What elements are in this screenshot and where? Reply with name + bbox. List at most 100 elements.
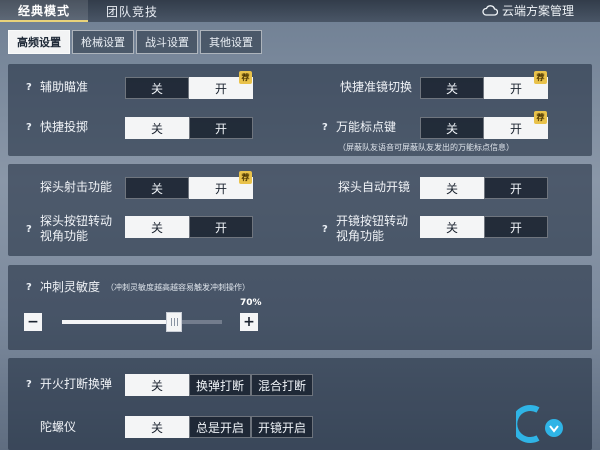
fire-interrupt-option-reload[interactable]: 换弹打断: [189, 374, 251, 396]
peek-rotate-off-button[interactable]: 关: [125, 216, 189, 238]
tab-weapon[interactable]: 枪械设置: [72, 30, 134, 54]
help-icon[interactable]: ?: [26, 224, 40, 235]
tab-other[interactable]: 其他设置: [200, 30, 262, 54]
quick-throw-on-button[interactable]: 开: [189, 117, 253, 139]
off-label: 关: [445, 181, 458, 196]
setting-peek-auto-scope-label: 探头自动开镜: [338, 180, 411, 194]
setting-gyroscope: 陀螺仪: [40, 420, 76, 435]
peek-rotate-on-button[interactable]: 开: [189, 216, 253, 238]
off-label: 关: [445, 121, 458, 136]
setting-peek-auto-scope: 探头自动开镜: [338, 180, 410, 195]
tab-team-deathmatch-label: 团队竞技: [106, 4, 159, 19]
setting-fire-interrupt-reload-label: 开火打断换弹: [40, 377, 113, 391]
tab-classic-mode-label: 经典模式: [18, 3, 71, 18]
recommended-badge: 荐: [534, 111, 547, 124]
off-label: 关: [150, 81, 163, 96]
universal-marker-on-button[interactable]: 开荐: [484, 111, 548, 139]
setting-assist-aim-label: 辅助瞄准: [40, 80, 89, 94]
sensitivity-increase-button[interactable]: +: [240, 313, 258, 331]
gyroscope-selector: 关 总是开启 开镜开启: [125, 416, 313, 438]
setting-quick-scope-switch: 快捷准镜切换: [340, 80, 412, 95]
on-label: 开: [509, 220, 522, 235]
fire-interrupt-reload-selector: 关 换弹打断 混合打断: [125, 374, 313, 396]
tab-classic-mode[interactable]: 经典模式: [0, 0, 89, 22]
setting-peek-rotate-view: ? 探头按钮转动 视角功能: [26, 214, 112, 244]
peek-fire-on-button[interactable]: 开荐: [189, 171, 253, 199]
tab-other-label: 其他设置: [209, 36, 253, 49]
on-label: 开: [214, 220, 227, 235]
mode-tab-bar: 经典模式 团队竞技 云端方案管理: [0, 0, 600, 22]
tab-high-frequency[interactable]: 高频设置: [8, 30, 70, 54]
minus-icon: −: [27, 314, 39, 330]
help-icon[interactable]: ?: [26, 82, 40, 93]
off-label: 关: [445, 81, 458, 96]
setting-assist-aim: ? 辅助瞄准: [26, 80, 88, 95]
settings-group-sprint: [8, 265, 592, 350]
cloud-plan-button[interactable]: 云端方案管理: [482, 0, 574, 20]
on-label: 开: [509, 81, 522, 96]
universal-marker-toggle: 关 开荐: [420, 111, 548, 139]
option-label: 混合打断: [257, 378, 306, 393]
setting-quick-throw-label: 快捷投掷: [40, 120, 89, 134]
setting-fire-interrupt-reload: ? 开火打断换弹: [26, 377, 112, 392]
option-label: 开镜开启: [257, 420, 306, 435]
universal-marker-off-button[interactable]: 关: [420, 117, 484, 139]
sprint-sensitivity-slider[interactable]: [62, 312, 222, 332]
tab-team-deathmatch[interactable]: 团队竞技: [88, 0, 176, 22]
scope-rotate-off-button[interactable]: 关: [420, 216, 484, 238]
label-line: 视角功能: [40, 229, 89, 243]
off-label: 关: [150, 121, 163, 136]
off-label: 关: [150, 181, 163, 196]
setting-quick-throw: ? 快捷投掷: [26, 120, 88, 135]
help-icon[interactable]: ?: [322, 224, 336, 235]
scope-rotate-view-toggle: 关 开: [420, 216, 548, 238]
setting-universal-marker: ? 万能标点键: [322, 120, 396, 135]
help-icon[interactable]: ?: [26, 122, 40, 133]
slider-handle[interactable]: [166, 312, 182, 332]
gyroscope-option-off[interactable]: 关: [125, 416, 189, 438]
plus-icon: +: [243, 314, 255, 330]
sensitivity-decrease-button[interactable]: −: [24, 313, 42, 331]
tab-high-frequency-label: 高频设置: [17, 36, 61, 49]
setting-scope-rotate-view-label: 开镜按钮转动 视角功能: [336, 214, 408, 244]
fire-interrupt-option-mixed[interactable]: 混合打断: [251, 374, 313, 396]
on-label: 开: [509, 181, 522, 196]
on-label: 开: [214, 181, 227, 196]
gyroscope-option-always[interactable]: 总是开启: [189, 416, 251, 438]
peek-fire-toggle: 关 开荐: [125, 171, 253, 199]
on-label: 开: [509, 121, 522, 136]
assist-aim-on-button[interactable]: 开荐: [189, 71, 253, 99]
peek-auto-scope-off-button[interactable]: 关: [420, 177, 484, 199]
slider-fill: [62, 320, 174, 324]
quick-throw-off-button[interactable]: 关: [125, 117, 189, 139]
option-label: 换弹打断: [195, 378, 244, 393]
label-line: 开镜按钮转动: [336, 214, 409, 228]
gyroscope-option-scope[interactable]: 开镜开启: [251, 416, 313, 438]
help-icon[interactable]: ?: [26, 379, 40, 390]
setting-peek-fire-label: 探头射击功能: [40, 180, 113, 194]
quick-scope-switch-toggle: 关 开荐: [420, 71, 548, 99]
fire-interrupt-option-off[interactable]: 关: [125, 374, 189, 396]
watermark-logo-icon: [516, 405, 563, 443]
recommended-badge: 荐: [239, 171, 252, 184]
peek-auto-scope-on-button[interactable]: 开: [484, 177, 548, 199]
universal-marker-note: （屏蔽队友语音可屏蔽队友发出的万能标点信息）: [338, 143, 514, 152]
assist-aim-off-button[interactable]: 关: [125, 77, 189, 99]
off-label: 关: [445, 220, 458, 235]
sprint-sensitivity-hint: （冲刺灵敏度越高越容易触发冲刺操作）: [106, 283, 251, 292]
settings-category-tabs: 高频设置 枪械设置 战斗设置 其他设置: [8, 30, 264, 54]
peek-rotate-view-toggle: 关 开: [125, 216, 253, 238]
help-icon[interactable]: ?: [26, 282, 40, 293]
cloud-plan-label: 云端方案管理: [501, 3, 574, 18]
setting-sprint-sensitivity: ? 冲刺灵敏度 （冲刺灵敏度越高越容易触发冲刺操作）: [26, 280, 250, 295]
setting-peek-rotate-view-label: 探头按钮转动 视角功能: [40, 214, 112, 244]
peek-fire-off-button[interactable]: 关: [125, 177, 189, 199]
quick-scope-off-button[interactable]: 关: [420, 77, 484, 99]
setting-peek-fire: 探头射击功能: [40, 180, 112, 195]
peek-auto-scope-toggle: 关 开: [420, 177, 548, 199]
quick-scope-on-button[interactable]: 开荐: [484, 71, 548, 99]
setting-scope-rotate-view: ? 开镜按钮转动 视角功能: [322, 214, 408, 244]
tab-combat[interactable]: 战斗设置: [136, 30, 198, 54]
scope-rotate-on-button[interactable]: 开: [484, 216, 548, 238]
help-icon[interactable]: ?: [322, 122, 336, 133]
